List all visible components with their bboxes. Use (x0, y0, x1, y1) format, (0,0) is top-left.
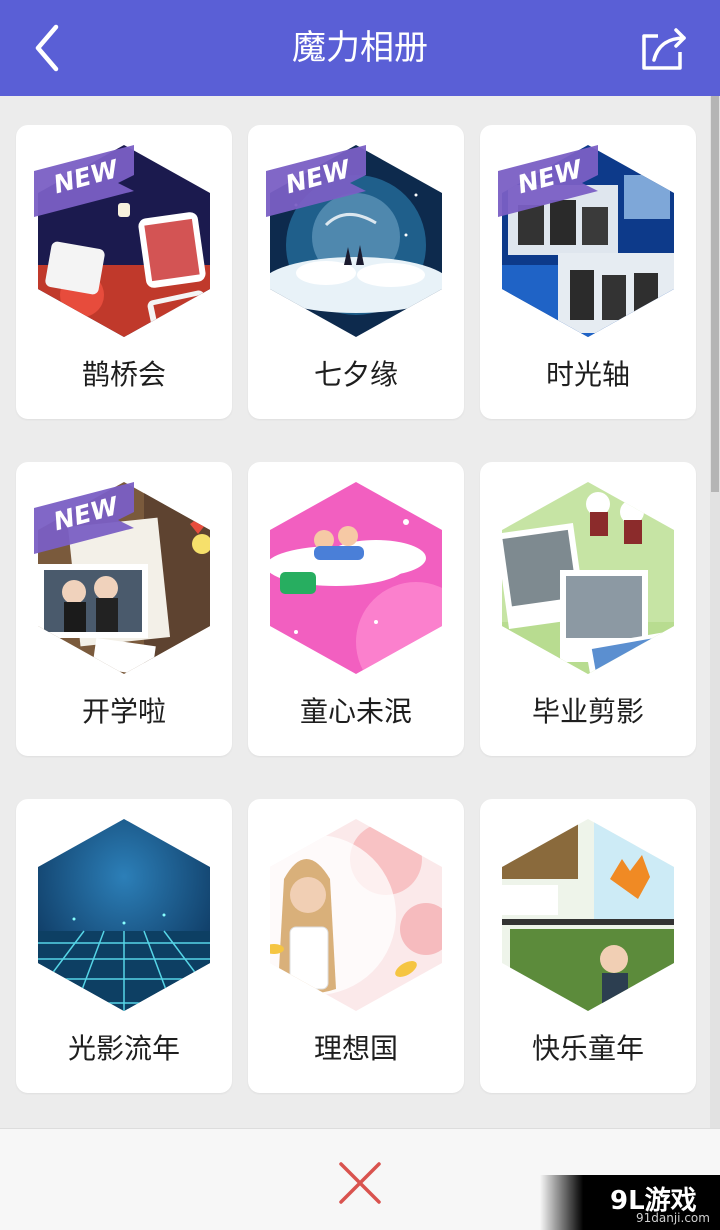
album-card-5[interactable]: 童心未泯 (248, 462, 464, 756)
album-thumbnail (270, 482, 442, 674)
album-card-1[interactable]: NEW 鹊桥会 (16, 125, 232, 419)
album-card-4[interactable]: NEW 开学啦 (16, 462, 232, 756)
album-card-2[interactable]: NEW 七夕缘 (248, 125, 464, 419)
album-label: 理想国 (313, 1032, 398, 1065)
album-thumbnail (38, 819, 210, 1011)
album-grid: NEW 鹊桥会 NEW 七夕缘 NEW 时光轴 NEW 开学啦 童心未泯 毕业剪… (16, 125, 698, 1093)
watermark: 9L游戏 91danji.com (540, 1175, 720, 1230)
page-title: 魔力相册 (292, 28, 428, 68)
album-card-9[interactable]: 快乐童年 (480, 799, 696, 1093)
album-label: 光影流年 (67, 1032, 180, 1065)
close-button[interactable] (336, 1159, 384, 1207)
share-icon (642, 28, 686, 70)
album-card-6[interactable]: 毕业剪影 (480, 462, 696, 756)
album-label: 鹊桥会 (81, 358, 166, 391)
album-label: 童心未泯 (299, 695, 412, 728)
album-thumbnail (502, 819, 674, 1011)
album-thumbnail: NEW (498, 145, 674, 337)
album-thumbnail: NEW (266, 145, 442, 337)
share-button[interactable] (636, 24, 690, 74)
album-label: 开学啦 (81, 695, 166, 728)
album-label: 毕业剪影 (531, 695, 644, 728)
close-icon (339, 1162, 381, 1204)
album-thumbnail (270, 819, 442, 1011)
scrollbar[interactable] (710, 96, 720, 1128)
album-label: 时光轴 (545, 358, 630, 391)
album-label: 快乐童年 (531, 1032, 644, 1065)
scrollbar-thumb[interactable] (711, 96, 719, 492)
album-card-3[interactable]: NEW 时光轴 (480, 125, 696, 419)
album-thumbnail (502, 482, 674, 674)
album-card-7[interactable]: 光影流年 (16, 799, 232, 1093)
watermark-site: 91danji.com (636, 1211, 710, 1225)
app-header: 魔力相册 (0, 0, 720, 96)
album-thumbnail: NEW (34, 145, 210, 337)
album-thumbnail: NEW (34, 482, 210, 674)
album-label: 七夕缘 (313, 358, 398, 391)
album-card-8[interactable]: 理想国 (248, 799, 464, 1093)
